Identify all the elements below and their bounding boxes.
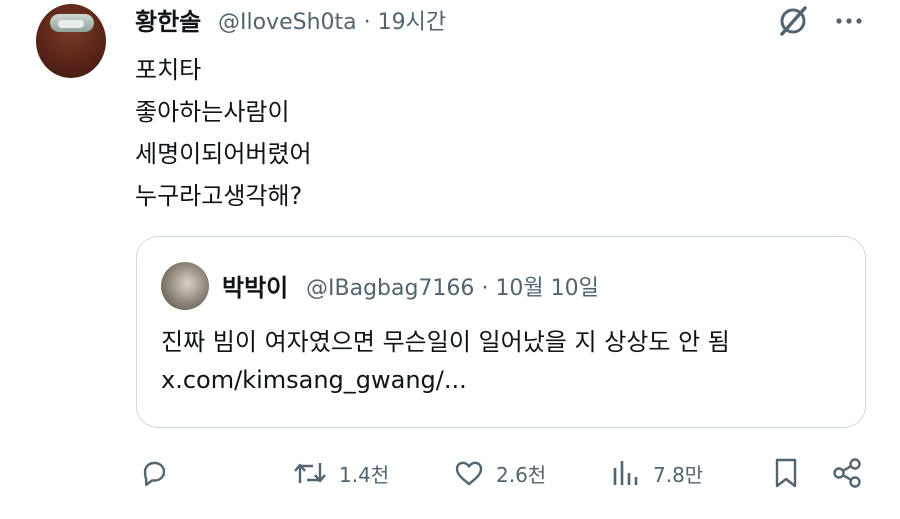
more-icon[interactable] [832, 4, 866, 42]
quoted-author-avatar[interactable] [161, 262, 209, 310]
share-button[interactable] [830, 453, 866, 493]
like-count: 2.6천 [496, 462, 547, 487]
tweet-text-line: 포치타 [135, 56, 202, 84]
quoted-tweet-text: 진짜 빔이 여자였으면 무슨일이 일어났을 지 상상도 안 됨 [161, 328, 730, 356]
quoted-tweet-date[interactable]: 10월 10일 [495, 276, 598, 301]
views-count: 7.8만 [653, 462, 704, 487]
retweet-count: 1.4천 [339, 462, 390, 487]
quoted-author-meta: @IBagbag7166 · 10월 10일 [306, 270, 599, 302]
author-avatar[interactable] [36, 4, 106, 78]
bookmark-icon [775, 458, 797, 488]
bookmark-button[interactable] [769, 453, 803, 493]
author-display-name[interactable]: 황한솔 [135, 2, 201, 37]
reply-icon [143, 461, 166, 486]
views-icon [613, 461, 638, 485]
grok-icon[interactable] [776, 4, 810, 42]
author-handle[interactable]: @IloveSh0ta [218, 10, 357, 35]
author-meta: @IloveSh0ta · 19시간 [218, 4, 446, 36]
tweet-text-line: 세명이되어버렸어 [135, 140, 312, 168]
retweet-button[interactable]: 1.4천 [291, 453, 389, 493]
tweet-time[interactable]: 19시간 [378, 10, 446, 35]
avatar-visor [58, 20, 84, 28]
quoted-author-display-name[interactable]: 박박이 [222, 268, 288, 303]
quoted-author-handle[interactable]: @IBagbag7166 [306, 276, 474, 301]
tweet-text-line: 좋아하는사람이 [135, 98, 290, 126]
quoted-meta-separator: · [481, 276, 489, 301]
reply-button[interactable] [137, 453, 171, 493]
views-button[interactable]: 7.8만 [609, 453, 703, 493]
heart-icon [455, 461, 483, 486]
meta-separator: · [363, 10, 371, 35]
retweet-icon [294, 463, 326, 483]
tweet-text-line: 누구라고생각해? [135, 182, 303, 210]
like-button[interactable]: 2.6천 [452, 453, 546, 493]
quoted-tweet-link[interactable]: x.com/kimsang_gwang/... [161, 366, 467, 394]
share-icon [833, 458, 861, 488]
